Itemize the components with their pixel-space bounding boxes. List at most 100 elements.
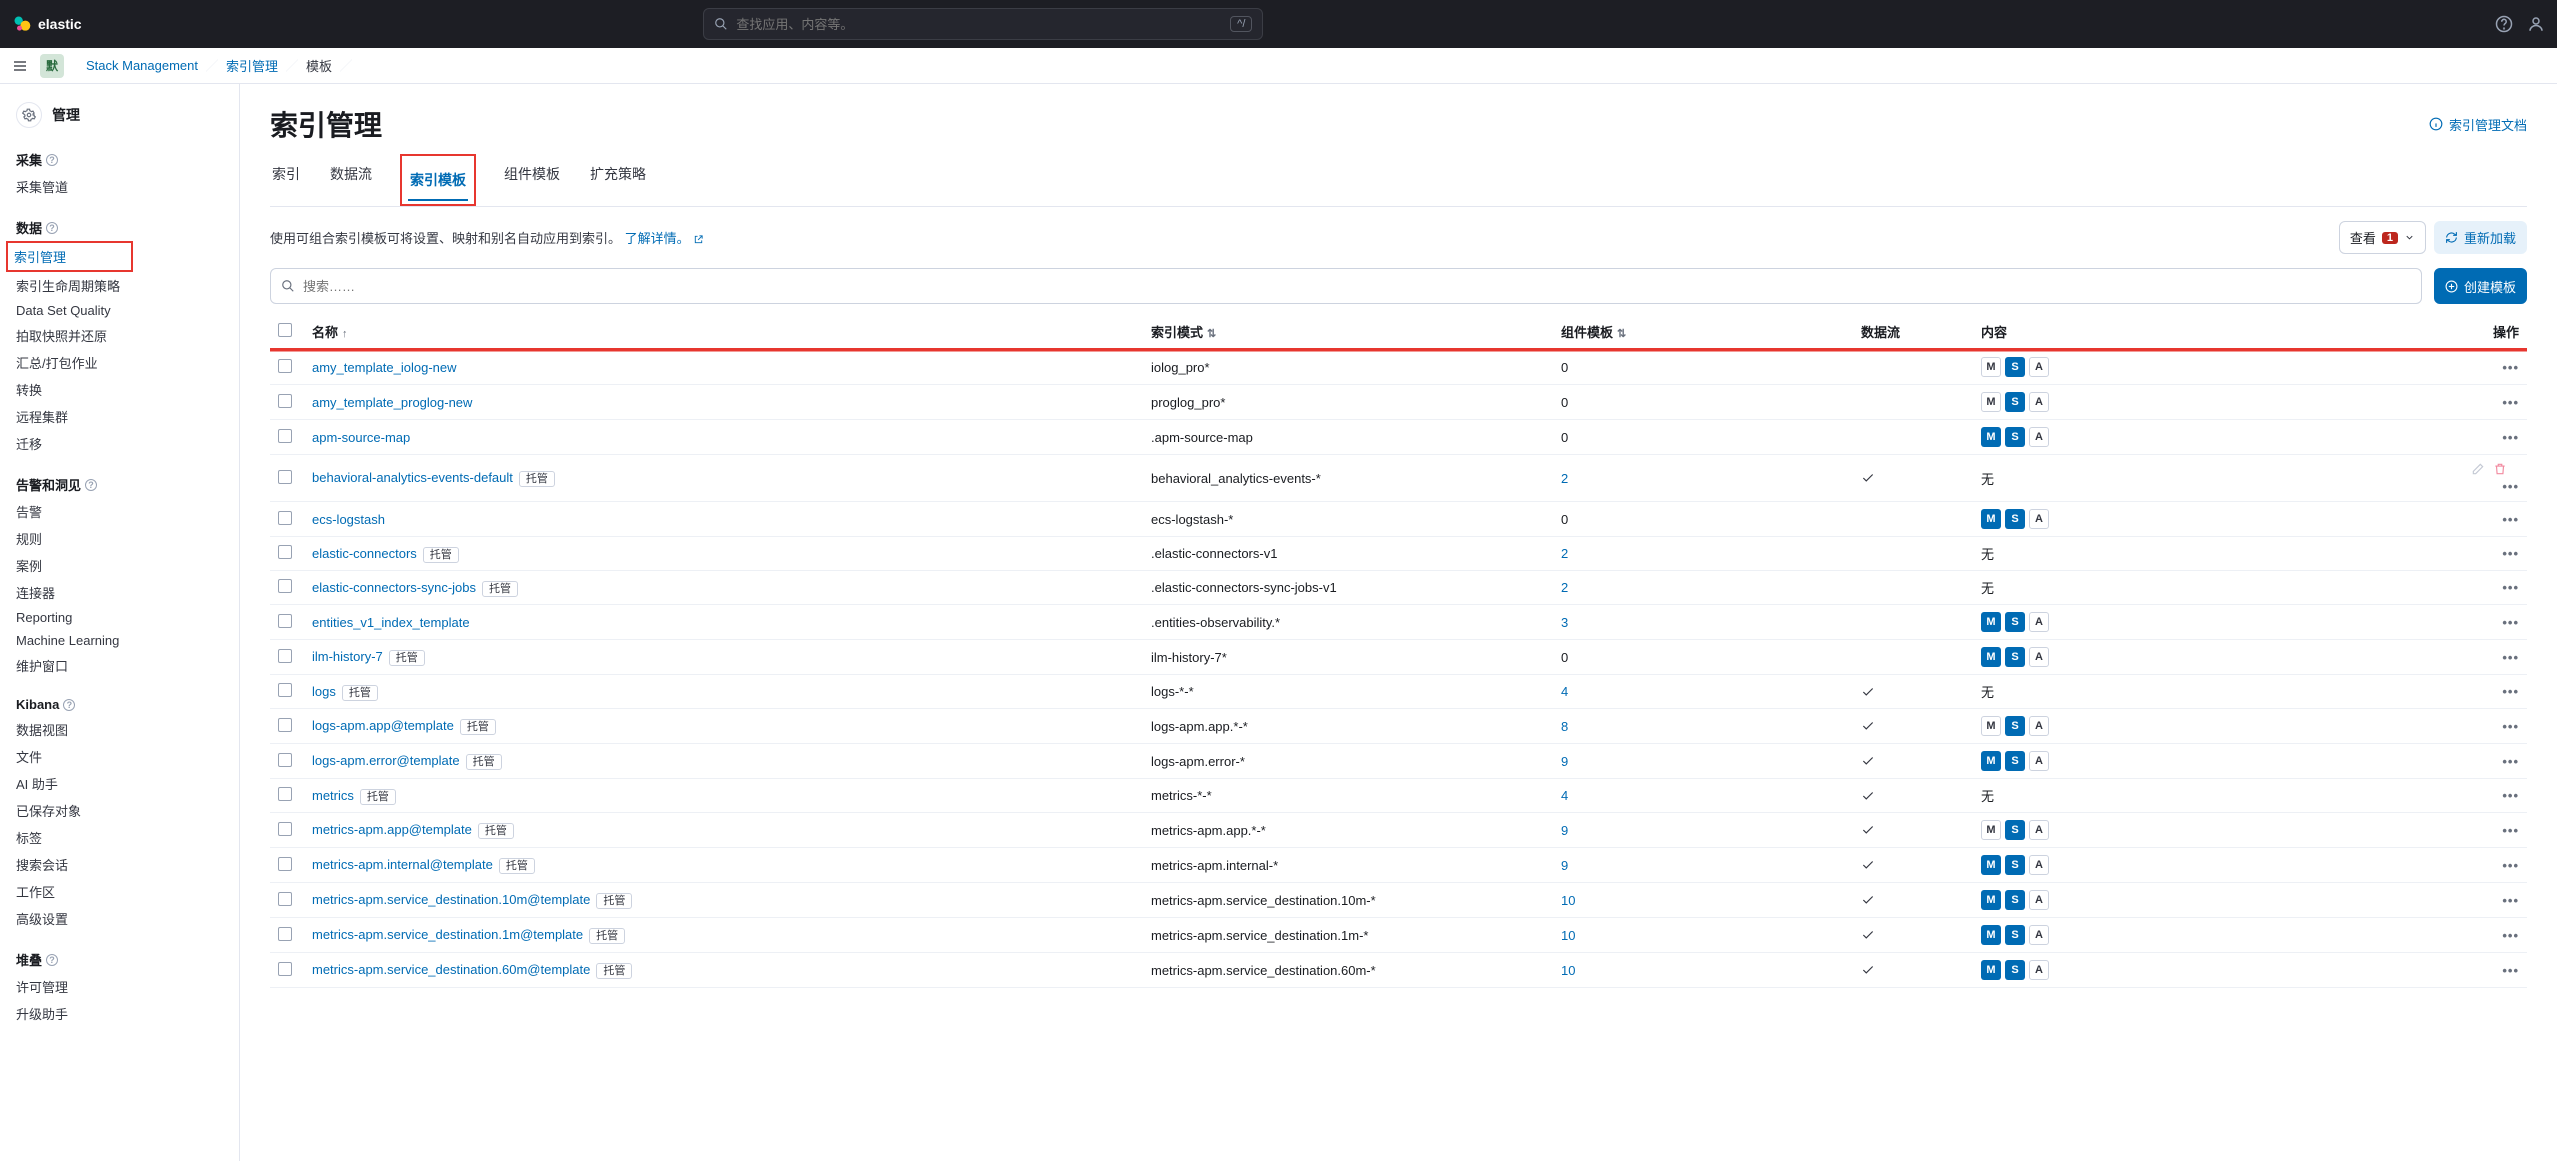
col-component[interactable]: 组件模板⇅	[1553, 314, 1853, 350]
template-name-link[interactable]: logs-apm.error@template	[312, 753, 460, 768]
sidebar-item[interactable]: Reporting	[10, 606, 229, 629]
row-actions-menu[interactable]: •••	[2502, 788, 2519, 803]
sidebar-item[interactable]: 采集管道	[10, 173, 229, 200]
bc-stack-mgmt[interactable]: Stack Management	[72, 54, 212, 77]
create-template-button[interactable]: 创建模板	[2434, 268, 2527, 304]
space-chip[interactable]: 默	[40, 54, 64, 78]
component-count-link[interactable]: 10	[1561, 963, 1575, 978]
nav-toggle[interactable]	[8, 54, 32, 78]
tab[interactable]: 索引模板	[408, 160, 468, 200]
sidebar-item[interactable]: 标签	[10, 824, 229, 851]
row-checkbox[interactable]	[278, 545, 292, 559]
row-actions-menu[interactable]: •••	[2502, 963, 2519, 978]
row-checkbox[interactable]	[278, 649, 292, 663]
select-all-checkbox[interactable]	[278, 323, 292, 337]
component-count-link[interactable]: 9	[1561, 858, 1568, 873]
sidebar-item[interactable]: 许可管理	[10, 973, 229, 1000]
template-name-link[interactable]: metrics	[312, 788, 354, 803]
component-count-link[interactable]: 4	[1561, 788, 1568, 803]
row-checkbox[interactable]	[278, 429, 292, 443]
row-actions-menu[interactable]: •••	[2502, 615, 2519, 630]
row-actions-menu[interactable]: •••	[2502, 650, 2519, 665]
learn-more-link[interactable]: 了解详情。	[625, 231, 705, 246]
sidebar-item[interactable]: 升级助手	[10, 1000, 229, 1027]
row-actions-menu[interactable]: •••	[2502, 684, 2519, 699]
row-checkbox[interactable]	[278, 857, 292, 871]
template-name-link[interactable]: amy_template_proglog-new	[312, 395, 472, 410]
template-name-link[interactable]: logs	[312, 684, 336, 699]
row-checkbox[interactable]	[278, 683, 292, 697]
col-name[interactable]: 名称↑	[304, 314, 1143, 350]
col-pattern[interactable]: 索引模式⇅	[1143, 314, 1553, 350]
template-name-link[interactable]: logs-apm.app@template	[312, 718, 454, 733]
row-actions-menu[interactable]: •••	[2502, 546, 2519, 561]
filter-search[interactable]	[270, 268, 2422, 304]
row-actions-menu[interactable]: •••	[2502, 754, 2519, 769]
sidebar-item[interactable]: 案例	[10, 552, 229, 579]
template-name-link[interactable]: metrics-apm.service_destination.1m@templ…	[312, 927, 583, 942]
user-icon[interactable]	[2527, 15, 2545, 33]
template-name-link[interactable]: metrics-apm.service_destination.10m@temp…	[312, 892, 590, 907]
sidebar-item[interactable]: 搜索会话	[10, 851, 229, 878]
row-actions-menu[interactable]: •••	[2502, 395, 2519, 410]
component-count-link[interactable]: 10	[1561, 893, 1575, 908]
template-name-link[interactable]: ilm-history-7	[312, 649, 383, 664]
bc-index-mgmt[interactable]: 索引管理	[212, 52, 292, 79]
sidebar-item[interactable]: 数据视图	[10, 716, 229, 743]
template-name-link[interactable]: metrics-apm.internal@template	[312, 857, 493, 872]
row-checkbox[interactable]	[278, 718, 292, 732]
delete-icon[interactable]	[2493, 462, 2507, 476]
component-count-link[interactable]: 2	[1561, 546, 1568, 561]
row-actions-menu[interactable]: •••	[2502, 580, 2519, 595]
sidebar-item[interactable]: Data Set Quality	[10, 299, 229, 322]
sidebar-item[interactable]: 规则	[10, 525, 229, 552]
tab[interactable]: 索引	[270, 154, 302, 206]
sidebar-item[interactable]: AI 助手	[10, 770, 229, 797]
component-count-link[interactable]: 10	[1561, 928, 1575, 943]
component-count-link[interactable]: 3	[1561, 615, 1568, 630]
sidebar-item[interactable]: 转换	[10, 376, 229, 403]
row-checkbox[interactable]	[278, 787, 292, 801]
tab[interactable]: 扩充策略	[588, 154, 648, 206]
tab[interactable]: 数据流	[328, 154, 374, 206]
template-name-link[interactable]: amy_template_iolog-new	[312, 360, 457, 375]
row-actions-menu[interactable]: •••	[2502, 479, 2519, 494]
sidebar-item[interactable]: 维护窗口	[10, 652, 229, 679]
row-checkbox[interactable]	[278, 962, 292, 976]
row-checkbox[interactable]	[278, 614, 292, 628]
row-actions-menu[interactable]: •••	[2502, 719, 2519, 734]
global-search[interactable]: ^/	[703, 8, 1263, 40]
filter-search-input[interactable]	[303, 279, 2411, 294]
component-count-link[interactable]: 2	[1561, 580, 1568, 595]
row-checkbox[interactable]	[278, 753, 292, 767]
sidebar-item[interactable]: 汇总/打包作业	[10, 349, 229, 376]
component-count-link[interactable]: 4	[1561, 684, 1568, 699]
template-name-link[interactable]: metrics-apm.app@template	[312, 822, 472, 837]
row-actions-menu[interactable]: •••	[2502, 858, 2519, 873]
reload-button[interactable]: 重新加载	[2434, 221, 2527, 254]
edit-icon[interactable]	[2471, 462, 2485, 476]
row-actions-menu[interactable]: •••	[2502, 928, 2519, 943]
sidebar-item[interactable]: 连接器	[10, 579, 229, 606]
sidebar-item[interactable]: Machine Learning	[10, 629, 229, 652]
template-name-link[interactable]: elastic-connectors	[312, 546, 417, 561]
row-actions-menu[interactable]: •••	[2502, 430, 2519, 445]
component-count-link[interactable]: 9	[1561, 754, 1568, 769]
sidebar-item[interactable]: 已保存对象	[10, 797, 229, 824]
row-checkbox[interactable]	[278, 511, 292, 525]
sidebar-item[interactable]: 拍取快照并还原	[10, 322, 229, 349]
sidebar-item[interactable]: 高级设置	[10, 905, 229, 932]
row-actions-menu[interactable]: •••	[2502, 512, 2519, 527]
brand-logo[interactable]: elastic	[12, 14, 82, 34]
sidebar-item[interactable]: 索引生命周期策略	[10, 272, 229, 299]
row-checkbox[interactable]	[278, 927, 292, 941]
component-count-link[interactable]: 9	[1561, 823, 1568, 838]
sidebar-item[interactable]: 告警	[10, 498, 229, 525]
template-name-link[interactable]: elastic-connectors-sync-jobs	[312, 580, 476, 595]
row-checkbox[interactable]	[278, 394, 292, 408]
sidebar-item[interactable]: 远程集群	[10, 403, 229, 430]
sidebar-item[interactable]: 迁移	[10, 430, 229, 457]
tab[interactable]: 组件模板	[502, 154, 562, 206]
row-checkbox[interactable]	[278, 892, 292, 906]
sidebar-item[interactable]: 索引管理	[8, 243, 127, 270]
